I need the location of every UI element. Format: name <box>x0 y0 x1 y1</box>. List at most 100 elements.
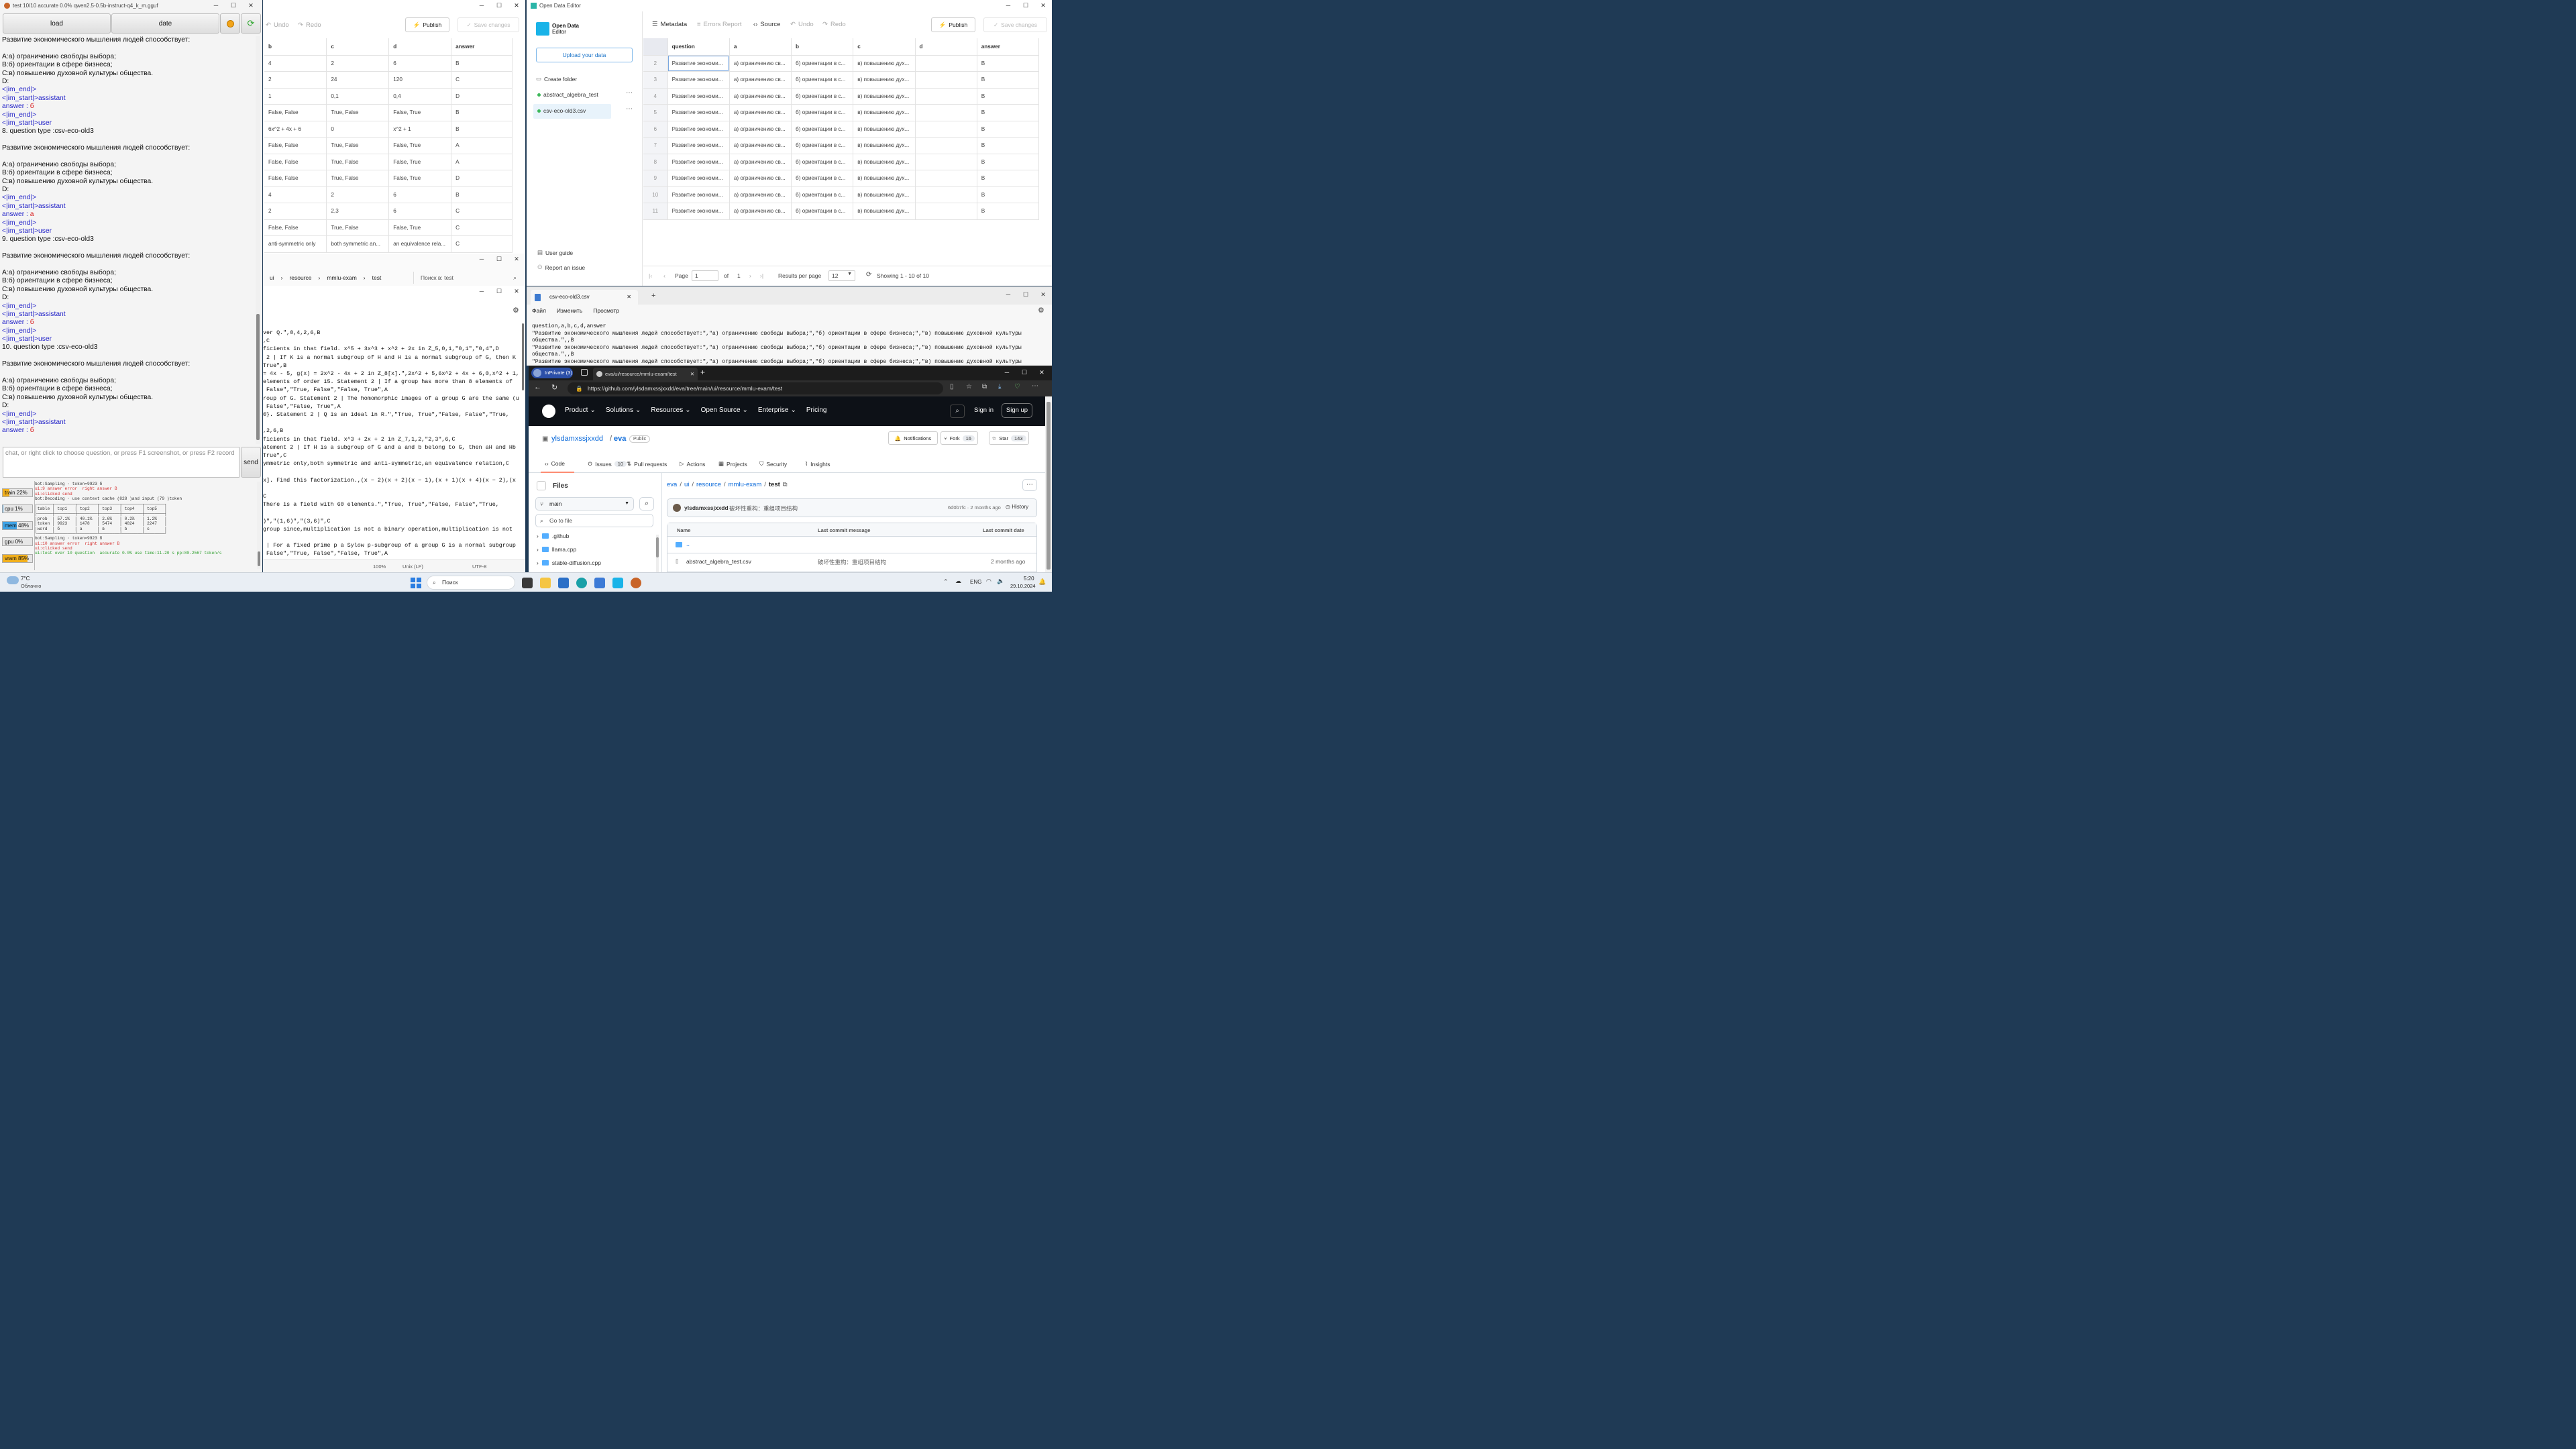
table-cell[interactable]: B <box>451 121 513 138</box>
minimize-icon[interactable]: ─ <box>473 254 490 265</box>
chat-scrollbar[interactable] <box>256 36 260 444</box>
table-cell[interactable]: False, False <box>264 137 327 154</box>
repo-tab-code[interactable]: ‹› Code <box>545 460 565 467</box>
table-cell[interactable]: 2 <box>264 203 327 220</box>
table-cell[interactable] <box>915 88 977 105</box>
repo-tab-security[interactable]: ⛉ Security <box>759 460 787 468</box>
table-cell[interactable]: 4 <box>264 186 327 203</box>
collections-icon[interactable]: ⧉ <box>982 383 987 390</box>
table-cell[interactable]: anti-symmetric only <box>264 235 327 253</box>
last-page-icon[interactable]: ›| <box>760 272 763 279</box>
table-cell[interactable]: б) ориентации в с... <box>791 71 854 89</box>
table-cell[interactable]: б) ориентации в с... <box>791 104 854 121</box>
table-cell[interactable]: б) ориентации в с... <box>791 88 854 105</box>
table-cell[interactable]: Развитие экономи... <box>667 137 730 154</box>
file-item-csv-eco-old3[interactable]: csv-eco-old3.csv <box>537 107 586 114</box>
table-cell[interactable]: False, True <box>388 104 452 121</box>
close-icon[interactable]: ✕ <box>242 0 260 11</box>
history-link[interactable]: ◷ History <box>1006 504 1028 510</box>
table-cell[interactable]: D <box>451 88 513 105</box>
wifi-icon[interactable]: ◠ <box>986 578 991 585</box>
table-cell[interactable]: 2 <box>326 186 390 203</box>
new-tab-icon[interactable]: + <box>700 368 705 377</box>
close-icon[interactable]: ✕ <box>1033 367 1051 378</box>
table-cell[interactable]: 6 <box>388 55 452 72</box>
nav-item[interactable]: Product ⌄ <box>565 407 596 414</box>
table-cell[interactable]: Развитие экономи... <box>667 71 730 89</box>
create-folder-button[interactable]: ▭ Create folder <box>536 75 577 83</box>
table-cell[interactable]: а) ограничению св... <box>729 55 792 72</box>
table-cell[interactable]: в) повышению дух... <box>853 104 916 121</box>
table-cell[interactable]: 4 <box>264 55 327 72</box>
table-cell[interactable]: 0,1 <box>326 88 390 105</box>
upload-data-button[interactable]: Upload your data <box>536 48 633 62</box>
table-cell[interactable]: True, False <box>326 137 390 154</box>
maximize-icon[interactable]: ☐ <box>1017 0 1034 11</box>
inprivate-badge[interactable]: InPrivate (3) <box>531 368 573 378</box>
table-cell[interactable]: B <box>451 186 513 203</box>
table-cell[interactable]: Развитие экономи... <box>667 203 730 220</box>
close-icon[interactable]: ✕ <box>508 0 525 11</box>
minimize-icon[interactable]: ─ <box>1000 289 1017 301</box>
repo-tab-actions[interactable]: ▷ Actions <box>680 460 705 468</box>
table-cell[interactable]: B <box>451 55 513 72</box>
menu-item[interactable]: Изменить <box>557 307 582 314</box>
new-tab-icon[interactable]: + <box>651 292 655 300</box>
status-indicator-button[interactable] <box>220 13 240 34</box>
notepad-tab[interactable]: csv-eco-old3.csv ✕ <box>531 290 638 305</box>
column-header[interactable]: d <box>915 38 977 56</box>
table-cell[interactable]: а) ограничению св... <box>729 203 792 220</box>
column-header[interactable]: b <box>264 38 327 56</box>
file-row[interactable]: ▯ abstract_algebra_test.csv 破坏性重构：重组项目结构… <box>667 553 1036 570</box>
open-data-editor-icon[interactable] <box>612 578 623 588</box>
column-header[interactable]: answer <box>451 38 513 56</box>
minimize-icon[interactable]: ─ <box>998 367 1016 378</box>
llm-app-icon[interactable] <box>631 578 641 588</box>
page-input[interactable]: 1 <box>692 270 718 281</box>
reload-icon[interactable]: ↻ <box>551 383 557 392</box>
file-explorer-icon[interactable] <box>540 578 551 588</box>
table-cell[interactable] <box>915 170 977 187</box>
table-cell[interactable]: Развитие экономи... <box>667 121 730 138</box>
repo-tab-insights[interactable]: ⌇ Insights <box>805 460 830 468</box>
report-issue-link[interactable]: ⚇ Report an issue <box>537 264 585 271</box>
save-changes-button[interactable]: ✓ Save changes <box>458 17 519 32</box>
table-cell[interactable]: False, True <box>388 137 452 154</box>
repo-owner-link[interactable]: ylsdamxssjxxdd <box>551 435 603 443</box>
sign-in-link[interactable]: Sign in <box>974 407 994 414</box>
volume-icon[interactable]: 🔈 <box>997 578 1004 585</box>
table-cell[interactable]: False, False <box>264 170 327 187</box>
settings-gear-icon[interactable]: ⚙ <box>513 306 519 315</box>
table-cell[interactable]: а) ограничению св... <box>729 170 792 187</box>
maximize-icon[interactable]: ☐ <box>1017 289 1034 301</box>
table-cell[interactable]: б) ориентации в с... <box>791 203 854 220</box>
table-cell[interactable]: б) ориентации в с... <box>791 55 854 72</box>
table-cell[interactable]: Развитие экономи... <box>667 170 730 187</box>
send-button[interactable]: send <box>241 447 261 478</box>
sidebar-icon[interactable]: ▯ <box>950 383 954 390</box>
table-cell[interactable]: B <box>977 55 1040 72</box>
fork-button[interactable]: ⑂ Fork 16 <box>941 431 978 445</box>
table-cell[interactable]: C <box>451 235 513 253</box>
tray-chevron-icon[interactable]: ⌃ <box>943 578 949 586</box>
table-cell[interactable]: B <box>977 121 1040 138</box>
search-files-icon[interactable]: ⌕ <box>639 497 654 511</box>
browser-tab[interactable]: eva/ui/resource/mmlu-exam/test ✕ <box>593 368 698 380</box>
maximize-icon[interactable]: ☐ <box>1016 367 1033 378</box>
editor-scrollbar[interactable] <box>521 323 525 558</box>
tab-source[interactable]: ‹› Source <box>753 21 780 28</box>
notifications-button[interactable]: 🔔 Notifications <box>888 431 938 445</box>
download-icon[interactable]: ⤓ <box>998 383 1001 390</box>
repo-tab-issues[interactable]: ⊙ Issues 10 <box>588 460 627 468</box>
table-cell[interactable] <box>915 154 977 170</box>
more-options-icon[interactable]: ⋯ <box>1022 479 1037 491</box>
repo-name-link[interactable]: eva <box>614 435 626 443</box>
close-tab-icon[interactable]: ✕ <box>627 290 631 305</box>
table-cell[interactable]: а) ограничению св... <box>729 121 792 138</box>
close-tab-icon[interactable]: ✕ <box>690 368 694 380</box>
extension-icon[interactable]: ♡ <box>1014 383 1020 390</box>
path-segment[interactable]: test <box>769 481 780 488</box>
table-cell[interactable]: б) ориентации в с... <box>791 137 854 154</box>
task-view-icon[interactable] <box>522 578 533 588</box>
notepad-icon[interactable] <box>594 578 605 588</box>
